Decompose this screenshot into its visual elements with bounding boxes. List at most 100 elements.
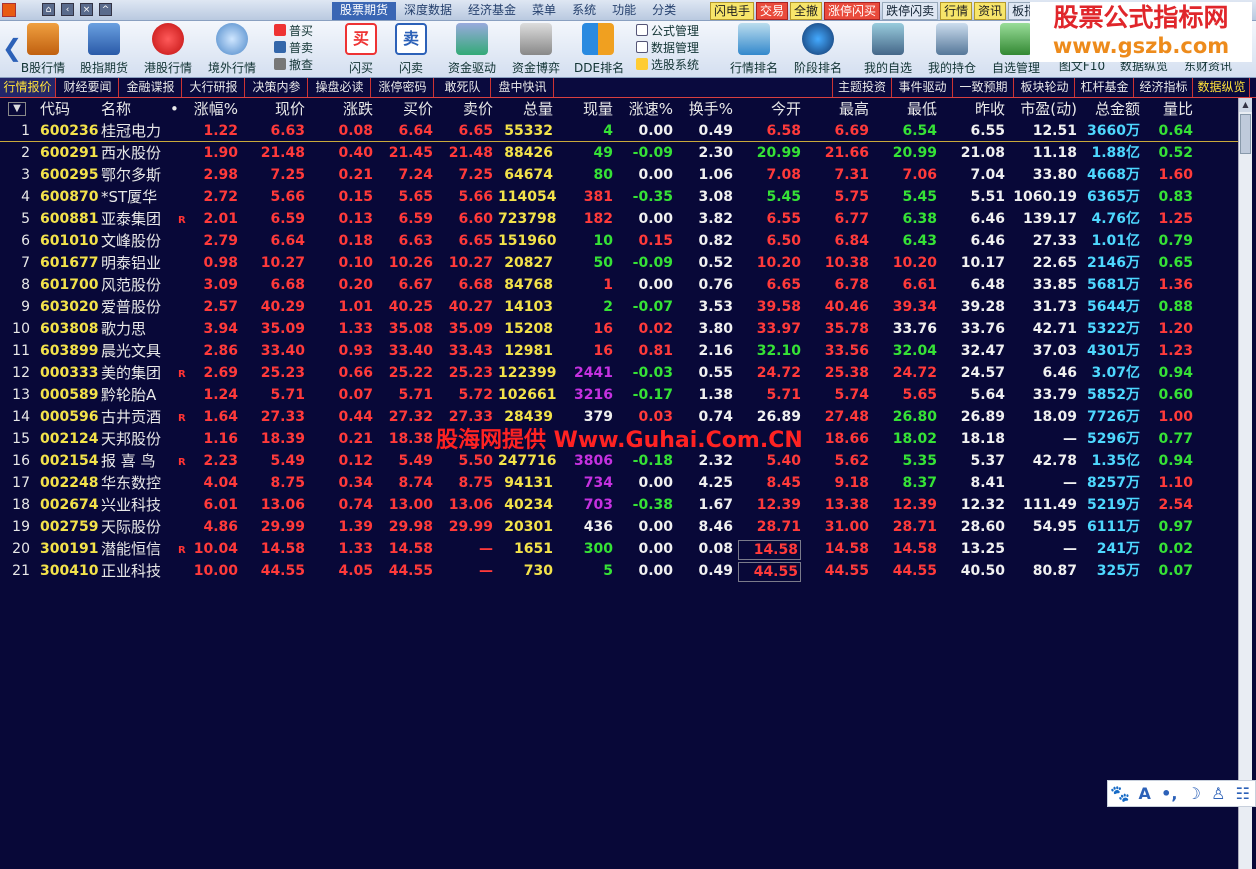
tab-econ-indicators[interactable]: 经济指标	[1135, 78, 1193, 97]
table-row[interactable]: 9 603020 爱普股份 2.57 40.29 1.01 40.25 40.27 14103 2…	[0, 296, 1238, 318]
column-header[interactable]: •	[170, 98, 180, 120]
normal-sell-item[interactable]: 普卖	[274, 40, 334, 57]
tab-dare-die[interactable]: 敢死队	[435, 78, 491, 97]
table-row[interactable]: 19 002759 天际股份 4.86 29.99 1.39 29.98 29.99 20301…	[0, 516, 1238, 538]
ime-mode-icon[interactable]: A	[1133, 784, 1158, 803]
table-row[interactable]: 6 601010 文峰股份 2.79 6.64 0.18 6.63 6.65 151960 10 0…	[0, 230, 1238, 252]
tab-sector-rotation[interactable]: 板块轮动	[1015, 78, 1075, 97]
tb-my-watchlist-button[interactable]: 我的自选	[862, 22, 914, 77]
vertical-scrollbar[interactable]: ▲	[1238, 98, 1252, 869]
tb-quote-rank-button[interactable]: 行情排名	[726, 22, 782, 77]
table-row[interactable]: 10 603808 歌力思 3.94 35.09 1.33 35.08 35.09 15208 1…	[0, 318, 1238, 340]
close-icon[interactable]: ×	[80, 3, 93, 16]
table-row[interactable]: 8 601700 风范股份 3.09 6.68 0.20 6.67 6.68 84768 1 0.0…	[0, 274, 1238, 296]
scroll-thumb[interactable]	[1240, 114, 1251, 154]
column-header[interactable]: 涨速%	[618, 98, 673, 120]
table-row[interactable]: 1 600236 桂冠电力 1.22 6.63 0.08 6.64 6.65 55332 4 0.0…	[0, 120, 1238, 142]
table-row[interactable]: 20 300191 潜能恒信 R 10.04 14.58 1.33 14.58 — 1651 300…	[0, 538, 1238, 560]
column-header[interactable]: 代码	[40, 98, 100, 120]
column-header[interactable]: 涨跌	[310, 98, 373, 120]
menu-stock-futures[interactable]: 股票期货	[332, 2, 397, 20]
tab-decision-ref[interactable]: 决策内参	[246, 78, 308, 97]
column-header[interactable]: 现价	[244, 98, 305, 120]
table-row[interactable]: 5 600881 亚泰集团 R 2.01 6.59 0.13 6.59 6.60 723798 18…	[0, 208, 1238, 230]
column-header[interactable]: 总金额	[1082, 98, 1140, 120]
ime-paw-icon[interactable]: 🐾	[1108, 784, 1133, 803]
back-icon[interactable]: ‹	[61, 3, 74, 16]
column-header[interactable]: 现量	[558, 98, 613, 120]
menu-econ-funds[interactable]: 经济基金	[460, 2, 524, 20]
column-header[interactable]: 名称	[101, 98, 171, 120]
tb-flash-buy-button[interactable]: 买 闪买	[338, 22, 384, 77]
table-row[interactable]: 2 600291 西水股份 1.90 21.48 0.40 21.45 21.48 88426 4…	[0, 142, 1238, 164]
ime-grid-icon[interactable]: ☷	[1231, 784, 1256, 803]
menu-category[interactable]: 分类	[644, 2, 684, 20]
cancel-query-item[interactable]: 撤查	[274, 57, 334, 74]
tb-overseas-quotes-button[interactable]: 境外行情	[206, 22, 258, 77]
table-row[interactable]: 18 002674 兴业科技 6.01 13.06 0.74 13.00 13.06 40234…	[0, 494, 1238, 516]
ime-user-icon[interactable]: ♙	[1206, 784, 1231, 803]
quick-limit-down-sell-button[interactable]: 跌停闪卖	[882, 2, 939, 20]
quick-news-button[interactable]: 资讯	[974, 2, 1007, 20]
scroll-up-icon[interactable]: ▲	[1239, 98, 1252, 112]
stock-picker-item[interactable]: 选股系统	[636, 57, 708, 74]
tab-leveraged-funds[interactable]: 杠杆基金	[1076, 78, 1134, 97]
formula-manage-item[interactable]: 公式管理	[636, 23, 708, 40]
column-header[interactable]: 最低	[874, 98, 937, 120]
tb-capital-drive-button[interactable]: 资金驱动	[446, 22, 498, 77]
table-row[interactable]: 4 600870 *ST厦华 2.72 5.66 0.15 5.65 5.66 114054 38…	[0, 186, 1238, 208]
quick-cancel-all-button[interactable]: 全撤	[790, 2, 823, 20]
menu-system[interactable]: 系统	[564, 2, 604, 20]
quick-quotes-button[interactable]: 行情	[940, 2, 973, 20]
tab-quotes[interactable]: 行情报价	[0, 78, 56, 97]
table-row[interactable]: 12 000333 美的集团 R 2.69 25.23 0.66 25.22 25.23 1223…	[0, 362, 1238, 384]
column-header[interactable]: 卖价	[438, 98, 493, 120]
tab-theme-invest[interactable]: 主题投资	[832, 78, 892, 97]
data-manage-item[interactable]: 数据管理	[636, 40, 708, 57]
column-header[interactable]: 买价	[378, 98, 433, 120]
table-row[interactable]: 11 603899 晨光文具 2.86 33.40 0.93 33.40 33.43 12981…	[0, 340, 1238, 362]
tb-my-holdings-button[interactable]: 我的持仓	[926, 22, 978, 77]
column-header[interactable]: 换手%	[678, 98, 733, 120]
ime-punct-icon[interactable]: •,	[1157, 784, 1182, 803]
tb-dde-rank-button[interactable]: DDE排名	[574, 22, 624, 77]
column-header[interactable]: 最高	[806, 98, 869, 120]
normal-buy-item[interactable]: 普买	[274, 23, 334, 40]
tab-limit-code[interactable]: 涨停密码	[372, 78, 434, 97]
tab-finance-intel[interactable]: 金融谍报	[120, 78, 182, 97]
table-row[interactable]: 7 601677 明泰铝业 0.98 10.27 0.10 10.26 10.27 20827 5…	[0, 252, 1238, 274]
menu-depth-data[interactable]: 深度数据	[396, 2, 460, 20]
toolbar-back-icon[interactable]: ❮	[2, 35, 22, 61]
menu-menu[interactable]: 菜单	[524, 2, 564, 20]
column-header[interactable]: 今开	[738, 98, 801, 120]
column-header[interactable]: 市盈(动)	[1010, 98, 1077, 120]
table-row[interactable]: 21 300410 正业科技 10.00 44.55 4.05 44.55 — 730 5 0.00…	[0, 560, 1238, 582]
table-row[interactable]: 13 000589 黔轮胎A 1.24 5.71 0.07 5.71 5.72 102661 32…	[0, 384, 1238, 406]
quick-lightning-button[interactable]: 闪电手	[710, 2, 755, 20]
tb-index-futures-button[interactable]: 股指期货	[78, 22, 130, 77]
tb-flash-sell-button[interactable]: 卖 闪卖	[388, 22, 434, 77]
tb-capital-game-button[interactable]: 资金博弈	[510, 22, 562, 77]
tab-data-overview[interactable]: 数据纵览	[1194, 78, 1250, 97]
sort-dropdown-icon[interactable]: ▼	[8, 102, 26, 116]
table-row[interactable]: 3 600295 鄂尔多斯 2.98 7.25 0.21 7.24 7.25 64674 80 0.…	[0, 164, 1238, 186]
tb-stage-rank-button[interactable]: 阶段排名	[790, 22, 846, 77]
tab-finance-news[interactable]: 财经要闻	[57, 78, 119, 97]
column-header[interactable]: 量比	[1145, 98, 1193, 120]
tab-event-drive[interactable]: 事件驱动	[893, 78, 953, 97]
quick-limit-up-buy-button[interactable]: 涨停闪买	[824, 2, 881, 20]
column-header[interactable]: 总量	[498, 98, 553, 120]
column-header[interactable]: 涨幅%	[188, 98, 238, 120]
tab-consensus[interactable]: 一致预期	[954, 78, 1014, 97]
ime-moon-icon[interactable]: ☽	[1182, 784, 1207, 803]
tab-must-read[interactable]: 操盘必读	[309, 78, 371, 97]
tab-broker-research[interactable]: 大行研报	[183, 78, 245, 97]
tb-b-share-button[interactable]: B股行情	[20, 22, 66, 77]
menu-function[interactable]: 功能	[604, 2, 644, 20]
column-header[interactable]: 昨收	[942, 98, 1005, 120]
quick-trade-button[interactable]: 交易	[756, 2, 789, 20]
tab-intraday-flash[interactable]: 盘中快讯	[492, 78, 554, 97]
home-icon[interactable]: ⌂	[42, 3, 55, 16]
table-row[interactable]: 17 002248 华东数控 4.04 8.75 0.34 8.74 8.75 94131 734…	[0, 472, 1238, 494]
collapse-icon[interactable]: ^	[99, 3, 112, 16]
